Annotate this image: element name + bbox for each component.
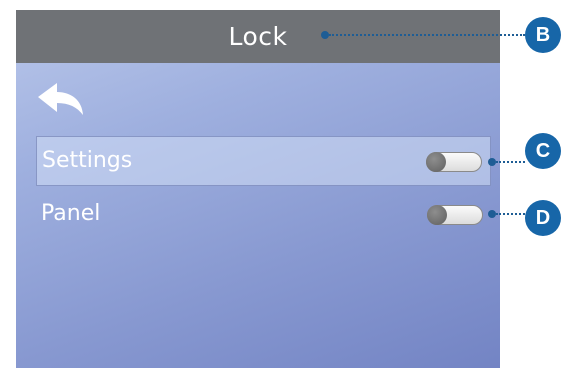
callout-d-badge: D xyxy=(525,200,561,236)
panel-row[interactable]: Panel xyxy=(36,190,491,240)
callout-b-badge: B xyxy=(525,17,561,53)
settings-toggle-knob xyxy=(426,152,446,172)
callout-b-dot xyxy=(321,31,329,39)
panel-toggle[interactable] xyxy=(427,205,483,225)
callout-c-line xyxy=(496,161,525,163)
panel-toggle-knob xyxy=(427,205,447,225)
header-bar: Lock xyxy=(16,10,500,63)
lock-screen: Lock Settings Panel xyxy=(16,10,500,368)
page: Lock Settings Panel B C D xyxy=(0,0,571,370)
callout-c-badge: C xyxy=(525,133,561,169)
callout-b-line xyxy=(329,34,525,36)
settings-row[interactable]: Settings xyxy=(36,136,491,186)
callout-d-line xyxy=(496,213,525,215)
settings-toggle[interactable] xyxy=(426,152,482,172)
back-button[interactable] xyxy=(36,80,90,122)
callout-d-dot xyxy=(488,210,496,218)
back-arrow-icon xyxy=(38,83,83,115)
callout-c-dot xyxy=(488,158,496,166)
settings-label: Settings xyxy=(42,148,133,173)
page-title: Lock xyxy=(228,22,288,51)
panel-label: Panel xyxy=(41,201,101,226)
